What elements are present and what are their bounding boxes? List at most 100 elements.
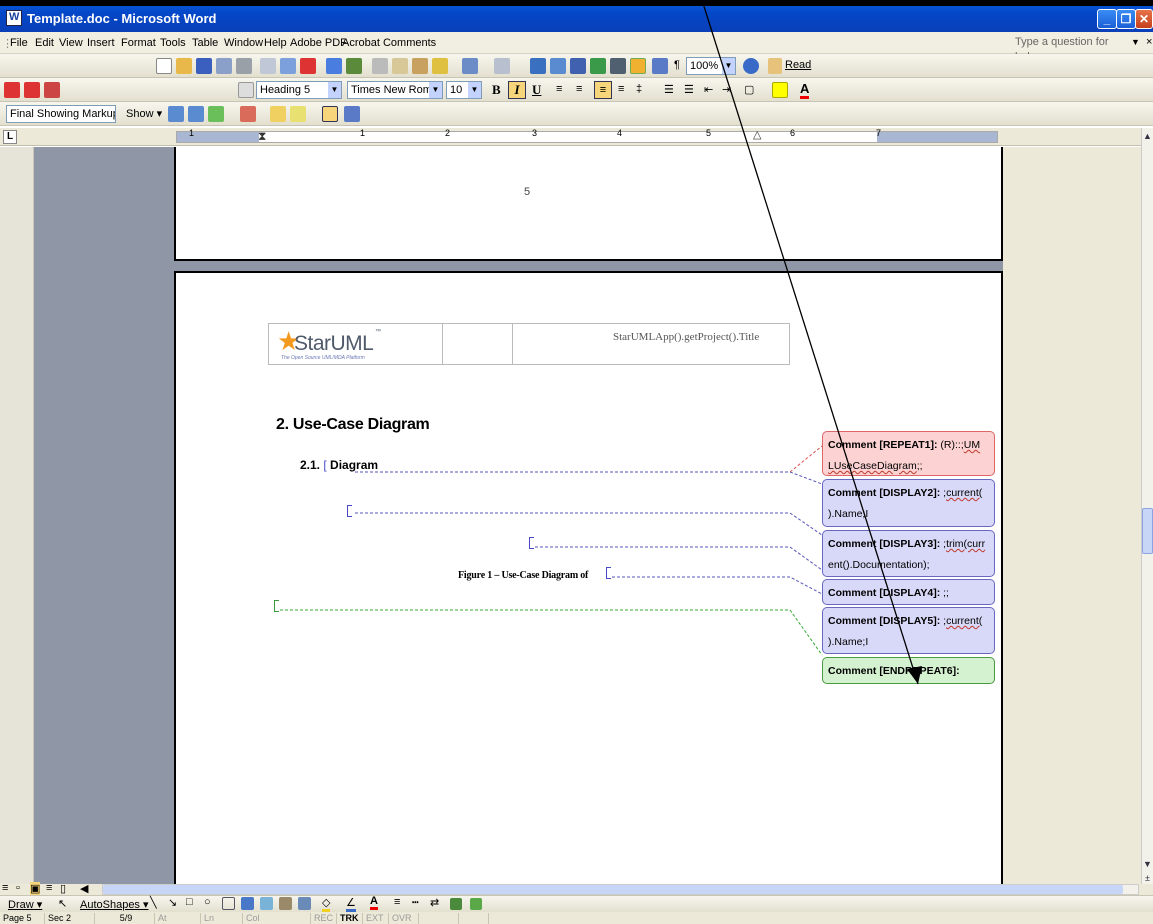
line-tool-icon[interactable]: ╲	[150, 896, 157, 909]
status-rec[interactable]: REC	[310, 913, 336, 924]
display-for-review-combo[interactable]: Final Showing Markup	[6, 105, 116, 123]
align-right-icon[interactable]: ≡	[594, 81, 612, 99]
underline-button[interactable]: U	[532, 82, 541, 98]
vertical-scroll-thumb[interactable]	[1142, 508, 1153, 554]
close-button[interactable]: ✕	[1135, 9, 1153, 29]
ruler-band[interactable]	[176, 131, 998, 143]
draw-font-color-icon[interactable]: A	[370, 895, 378, 910]
comment-anchor-4[interactable]	[606, 567, 611, 579]
menu-edit[interactable]: Edit	[35, 37, 54, 49]
status-ovr[interactable]: OVR	[388, 913, 418, 924]
pdf-email-icon[interactable]	[24, 82, 40, 98]
comment-display4[interactable]: Comment [DISPLAY4]: ;;	[822, 579, 995, 605]
comment-anchor-3[interactable]	[529, 537, 534, 549]
justify-icon[interactable]: ≡	[618, 83, 624, 95]
align-left-icon[interactable]: ≡	[556, 83, 562, 95]
minimize-button[interactable]: _	[1097, 9, 1117, 29]
insert-table-icon[interactable]	[570, 58, 586, 74]
clip-art-icon[interactable]	[279, 897, 292, 910]
wordart-icon[interactable]	[241, 897, 254, 910]
print-icon[interactable]	[236, 58, 252, 74]
research-book-icon[interactable]	[346, 58, 362, 74]
vertical-scrollbar[interactable]: ▲ ▼ ± ○ ‡	[1141, 128, 1153, 906]
next-change-icon[interactable]	[188, 106, 204, 122]
3d-style-icon[interactable]	[470, 898, 482, 910]
line-style-icon[interactable]: ≡	[394, 896, 400, 908]
draw-menu-button[interactable]: Draw ▾	[8, 898, 42, 911]
comment-display3[interactable]: Comment [DISPLAY3]: ;trim(curr ent().Doc…	[822, 530, 995, 577]
figure-caption[interactable]: Figure 1 – Use-Case Diagram of	[458, 570, 588, 581]
arrow-tool-icon[interactable]: ↘	[168, 896, 177, 909]
scroll-left-icon[interactable]: ◀	[80, 882, 88, 895]
bold-button[interactable]: B	[492, 82, 501, 98]
styles-icon[interactable]	[238, 82, 254, 98]
pdf-review-icon[interactable]	[44, 82, 60, 98]
style-combo[interactable]: Heading 5 ▼	[256, 81, 342, 99]
horizontal-scrollbar[interactable]	[102, 884, 1139, 895]
menu-view[interactable]: View	[59, 37, 83, 49]
highlight-icon[interactable]	[772, 82, 788, 98]
shadow-style-icon[interactable]	[450, 898, 462, 910]
comment-repeat1[interactable]: Comment [REPEAT1]: (R)::;UM LUseCaseDiag…	[822, 431, 995, 476]
save-icon[interactable]	[196, 58, 212, 74]
show-hide-icon[interactable]: ¶	[674, 59, 680, 71]
menu-help[interactable]: Help	[264, 37, 287, 49]
format-painter-icon[interactable]	[432, 58, 448, 74]
track-changes-icon[interactable]	[322, 106, 338, 122]
new-comment-icon[interactable]	[270, 106, 286, 122]
help-dropdown-icon[interactable]: ▼	[1131, 37, 1140, 47]
close-document-button[interactable]: ×	[1146, 36, 1152, 48]
comment-endrepeat6[interactable]: Comment [ENDREPEAT6]:	[822, 657, 995, 684]
document-map-icon[interactable]	[652, 58, 668, 74]
comment-anchor-2[interactable]	[347, 505, 352, 517]
menu-file[interactable]: File	[10, 37, 28, 49]
paste-icon[interactable]	[412, 58, 428, 74]
hyperlink-icon[interactable]	[530, 58, 546, 74]
read-button[interactable]: Read	[785, 59, 811, 71]
zoom-combo[interactable]: 100% ▼	[686, 57, 736, 75]
tables-borders-icon[interactable]	[550, 58, 566, 74]
status-trk[interactable]: TRK	[336, 913, 362, 924]
redo-icon[interactable]	[494, 58, 510, 74]
columns-icon[interactable]	[610, 58, 626, 74]
font-combo[interactable]: Times New Roman ▼	[347, 81, 443, 99]
arrow-style-icon[interactable]: ⇄	[430, 896, 439, 909]
pdf-icon[interactable]	[300, 58, 316, 74]
select-objects-icon[interactable]: ↖	[58, 897, 67, 910]
text-box-icon[interactable]	[222, 897, 235, 910]
word-app-icon[interactable]	[6, 10, 22, 26]
menu-window[interactable]: Window	[224, 37, 263, 49]
insert-picture-icon[interactable]	[298, 897, 311, 910]
previous-change-icon[interactable]	[168, 106, 184, 122]
bullets-icon[interactable]: ☰	[684, 83, 694, 96]
normal-view-icon[interactable]: ≡	[2, 882, 8, 894]
scroll-up-icon[interactable]: ▲	[1142, 130, 1153, 144]
outline-view-icon[interactable]: ≡	[46, 882, 52, 894]
print-layout-icon[interactable]: ▣	[30, 882, 41, 895]
insert-excel-icon[interactable]	[590, 58, 606, 74]
reject-change-icon[interactable]	[240, 106, 256, 122]
dash-style-icon[interactable]: ┅	[412, 896, 419, 909]
horizontal-scroll-thumb[interactable]	[103, 885, 1123, 894]
undo-icon[interactable]	[462, 58, 478, 74]
web-layout-icon[interactable]: ▫	[16, 882, 20, 894]
right-indent-icon[interactable]: △	[753, 128, 761, 141]
fill-color-icon[interactable]: ◇	[322, 896, 331, 912]
menu-format[interactable]: Format	[121, 37, 156, 49]
reading-layout-icon[interactable]: ▯	[60, 882, 66, 895]
status-ext[interactable]: EXT	[362, 913, 388, 924]
pdf-convert-icon[interactable]	[4, 82, 20, 98]
highlight-review-icon[interactable]	[290, 106, 306, 122]
increase-indent-icon[interactable]: ⇥	[722, 83, 731, 96]
comment-display5[interactable]: Comment [DISPLAY5]: ;current( ).Name;I	[822, 607, 995, 654]
borders-icon[interactable]: ▢	[744, 83, 754, 96]
accept-change-icon[interactable]	[208, 106, 224, 122]
font-size-combo[interactable]: 10 ▼	[446, 81, 482, 99]
font-color-icon[interactable]: A	[800, 81, 810, 99]
menu-table[interactable]: Table	[192, 37, 218, 49]
cut-icon[interactable]	[372, 58, 388, 74]
spelling-icon[interactable]	[326, 58, 342, 74]
oval-tool-icon[interactable]: ○	[204, 896, 211, 908]
italic-button[interactable]: I	[508, 81, 526, 99]
menu-acrobat-comments[interactable]: Acrobat Comments	[342, 37, 436, 49]
